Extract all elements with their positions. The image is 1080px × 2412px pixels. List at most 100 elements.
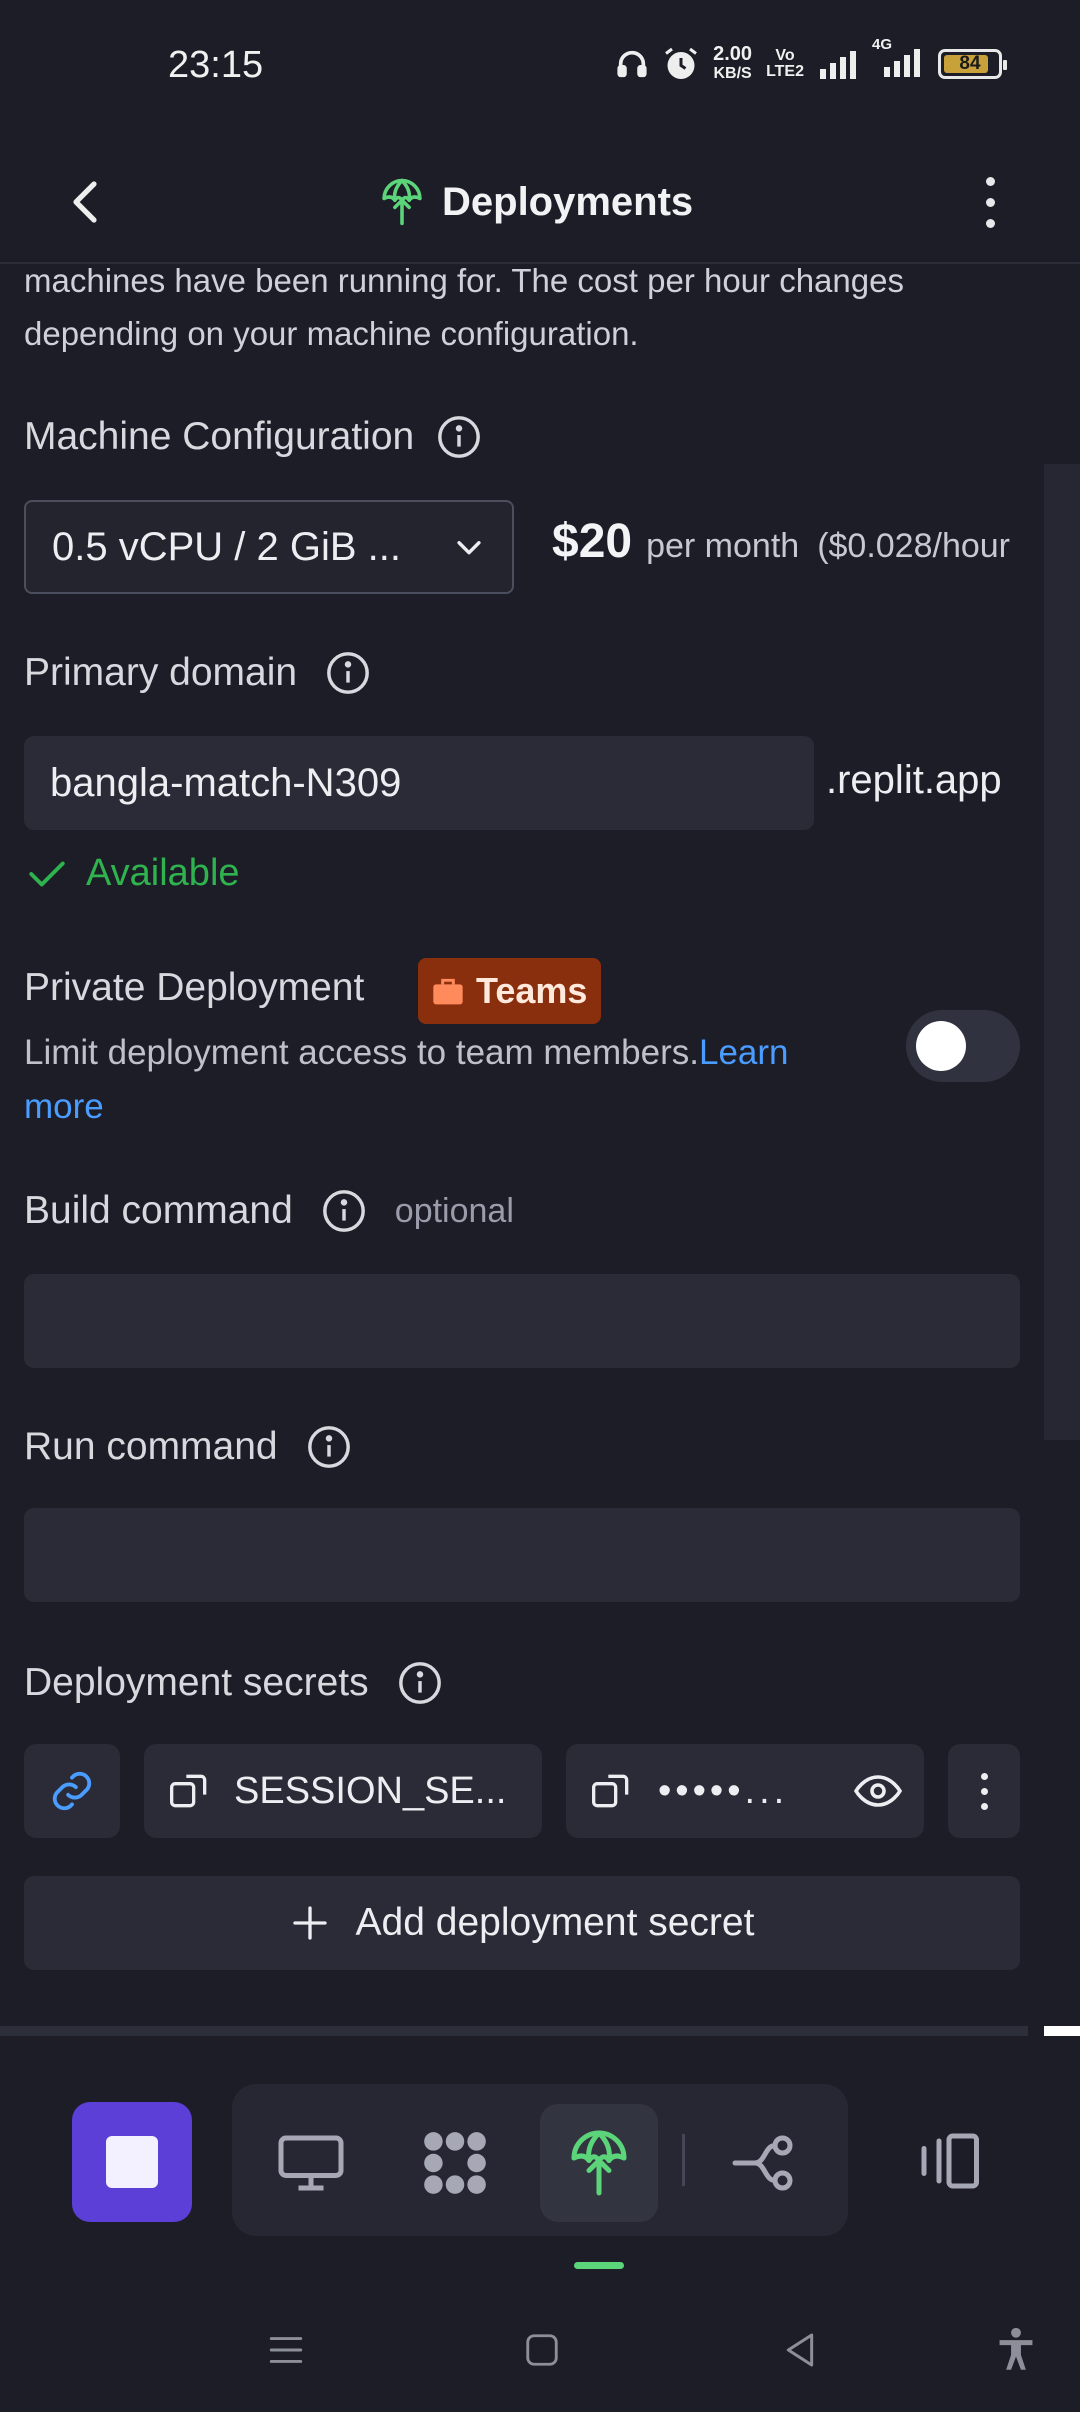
kebab-dot [985,197,995,207]
agent-icon [424,2132,486,2194]
domain-field[interactable] [24,736,814,830]
link-icon [52,1771,92,1811]
run-command-input[interactable] [24,1508,1020,1602]
webview-tool-button[interactable] [252,2104,370,2222]
vertical-scrollbar[interactable] [1044,464,1080,1440]
plus-icon [292,1906,327,1940]
git-tool-button[interactable] [706,2104,824,2222]
stop-icon [106,2136,158,2188]
build-command-heading: Build command optional [24,1188,514,1234]
price-amount: $20 [552,515,633,568]
machine-config-select[interactable]: 0.5 vCPU / 2 GiB ... [24,500,514,594]
net-speed: 2.00 KB/S [713,44,752,84]
machine-config-value: 0.5 vCPU / 2 GiB ... [52,524,402,569]
active-tab-indicator [574,2262,624,2269]
secrets-label: Deployment secrets [24,1661,369,1704]
machine-config-label: Machine Configuration [24,415,415,458]
system-nav-bar [0,2290,1080,2412]
deployment-icon [382,178,422,226]
panel-switch-button[interactable] [890,2102,1008,2220]
info-icon[interactable] [436,414,482,460]
nav-home-button[interactable] [512,2320,572,2380]
run-command-label: Run command [24,1425,278,1468]
add-secret-button[interactable]: Add deployment secret [24,1876,1020,1970]
kebab-dot [985,218,995,228]
primary-domain-label: Primary domain [24,651,298,694]
domain-input[interactable] [24,736,814,830]
kebab-dot [980,1787,988,1795]
kebab-dot [980,1772,988,1780]
toolbar-divider [682,2134,685,2186]
panels-icon [921,2133,979,2189]
nav-menu-button[interactable] [256,2320,316,2380]
optional-label: optional [394,1191,514,1230]
nav-back-button[interactable] [770,2320,830,2380]
agent-tool-button[interactable] [396,2104,514,2222]
price-unit: per month [646,527,800,565]
signal-4g: 4G [872,36,924,82]
info-icon[interactable] [325,650,371,696]
domain-suffix: .replit.app [826,758,1002,802]
machine-config-heading: Machine Configuration [24,414,482,460]
eye-icon [854,1775,902,1807]
secret-masked-value: •••••... [658,1769,789,1812]
net-speed-value: 2.00 [713,43,753,65]
primary-domain-heading: Primary domain [24,650,371,696]
domain-availability: Available [26,852,240,895]
menu-icon [269,2337,303,2363]
stop-button[interactable] [72,2102,192,2222]
accessibility-button[interactable] [986,2320,1046,2380]
back-button[interactable] [58,164,114,240]
info-icon[interactable] [321,1188,367,1234]
cost-description: machines have been running for. The cost… [24,262,904,352]
price-hourly: ($0.028/hour [817,527,1010,565]
run-command-heading: Run command [24,1424,352,1470]
secret-link-button[interactable] [24,1744,120,1838]
build-command-input[interactable] [24,1274,1020,1368]
more-options-button[interactable] [966,162,1014,242]
copy-icon [592,1774,629,1808]
private-description-text: Limit deployment access to team members. [24,1033,699,1072]
chevron-down-icon [457,541,481,555]
volte-indicator: Vo LTE2 [766,48,804,80]
status-time: 23:15 [168,44,264,86]
header-title-group: Deployments [380,164,693,240]
status-bar: 23:15 2.00 KB/S Vo LTE2 4G 84 [0,0,1080,140]
run-command-field[interactable] [24,1508,1020,1602]
kebab-dot [980,1802,988,1810]
add-secret-label: Add deployment secret [355,1901,755,1944]
toggle-knob [916,1021,966,1071]
horizontal-scrollbar-thumb[interactable] [1044,2026,1080,2036]
headphones-icon [617,50,647,78]
back-triangle-icon [786,2333,814,2367]
volte-bottom: LTE2 [766,63,804,80]
deployments-tool-button[interactable] [540,2104,658,2222]
info-icon[interactable] [397,1660,443,1706]
private-deployment-toggle[interactable] [906,1010,1020,1082]
app-header: Deployments [0,140,1080,264]
volte-top: Vo [775,47,795,64]
secret-key-chip[interactable]: SESSION_SE... [144,1744,542,1838]
private-deployment-description: Limit deployment access to team members.… [24,1026,854,1134]
info-icon[interactable] [306,1424,352,1470]
accessibility-icon [999,2327,1033,2370]
private-deployment-label: Private Deployment [24,966,365,1009]
teams-badge: Teams [418,958,602,1024]
tool-group [232,2084,848,2236]
secret-key: SESSION_SE... [234,1769,507,1812]
machine-price: $20 per month ($0.028/hour [552,514,1010,569]
alarm-icon [665,47,698,79]
teams-badge-label: Teams [476,970,588,1011]
deployment-icon [571,2130,627,2196]
copy-icon [170,1774,207,1808]
battery-level: 84 [959,53,981,74]
build-command-field[interactable] [24,1274,1020,1368]
horizontal-scrollbar[interactable] [0,2026,1028,2036]
availability-text: Available [86,852,240,894]
secret-more-button[interactable] [948,1744,1020,1838]
battery-icon: 84 [938,49,1007,79]
net-speed-unit: KB/S [713,65,752,82]
reveal-secret-button[interactable] [854,1767,902,1815]
home-square-icon [526,2334,558,2366]
secret-value-chip[interactable]: •••••... [566,1744,924,1838]
